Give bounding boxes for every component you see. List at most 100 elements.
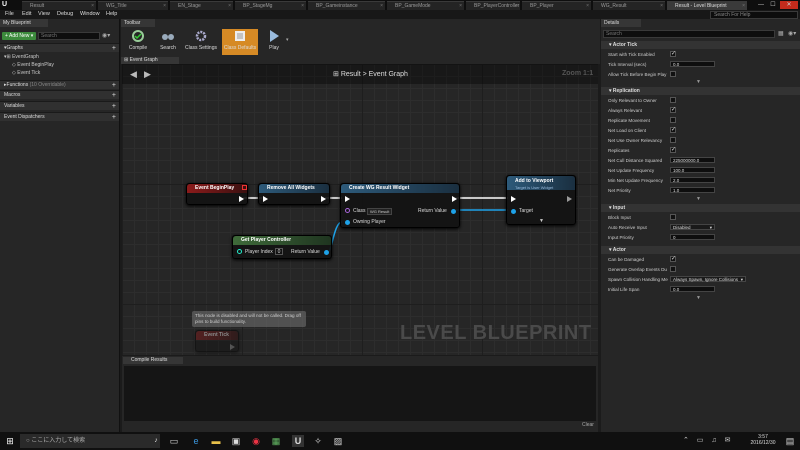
tab-5[interactable]: BP_GameMode × (387, 1, 464, 10)
player-index-input[interactable]: 0 (275, 248, 283, 255)
chrome-icon[interactable]: ◉ (250, 435, 262, 447)
owning-player-pin[interactable] (345, 220, 350, 225)
block-input-checkbox[interactable] (670, 214, 676, 220)
tab-0[interactable]: Result × (22, 1, 96, 10)
exec-out-pin[interactable] (452, 196, 457, 202)
menu-window[interactable]: Window (80, 10, 100, 19)
breadcrumb-root[interactable]: Result (341, 71, 361, 78)
app-icon[interactable]: ▦ (270, 435, 282, 447)
spawn-collision-dropdown[interactable]: Always Spawn, Ignore Collisions ▾ (670, 276, 746, 282)
close-tab-icon[interactable]: × (586, 2, 589, 10)
help-search-input[interactable]: Search For Help (710, 11, 798, 19)
close-tab-icon[interactable]: × (228, 2, 231, 10)
class-settings-button[interactable]: Class Settings (183, 29, 219, 55)
blueprint-search-input[interactable]: Search (38, 32, 100, 40)
initial-life-input[interactable]: 0.0 (670, 286, 715, 292)
add-new-button[interactable]: + Add New ▾ (2, 32, 36, 40)
exec-out-pin[interactable] (239, 196, 244, 202)
clear-button[interactable]: Clear (582, 422, 594, 428)
tab-7[interactable]: BP_Player × (522, 1, 591, 10)
net-load-checkbox[interactable] (670, 126, 676, 133)
net-owner-checkbox[interactable] (670, 137, 676, 143)
gen-overlap-checkbox[interactable] (670, 266, 676, 272)
class-pin[interactable] (345, 208, 350, 213)
menu-debug[interactable]: Debug (57, 10, 73, 19)
tab-8[interactable]: WG_Result × (593, 1, 665, 10)
back-arrow-icon[interactable]: ◀ (130, 69, 137, 80)
node-get-player-controller[interactable]: Get Player Controller Player Index 0 Ret… (232, 235, 332, 259)
app-icon[interactable]: ✧ (312, 435, 324, 447)
tab-2[interactable]: EN_Stage × (170, 1, 233, 10)
class-defaults-button[interactable]: Class Defaults (222, 29, 258, 55)
play-button[interactable]: Play (259, 29, 289, 55)
net-update-input[interactable]: 100.0 (670, 167, 715, 173)
unreal-engine-icon[interactable]: U (292, 435, 304, 447)
actor-tick-section[interactable]: ▾ Actor Tick (601, 41, 800, 49)
tab-4[interactable]: BP_Gameinstance × (308, 1, 385, 10)
menu-file[interactable]: File (5, 10, 14, 19)
only-relevant-checkbox[interactable] (670, 97, 676, 103)
tree-item-eventgraph[interactable]: ▾⊞ EventGraph (4, 54, 39, 61)
replicates-checkbox[interactable] (670, 146, 676, 153)
macros-section[interactable]: Macros + (0, 90, 119, 99)
close-icon[interactable]: ✕ (780, 1, 798, 9)
photos-icon[interactable]: ▨ (332, 435, 344, 447)
close-tab-icon[interactable]: × (301, 2, 304, 10)
node-remove-all-widgets[interactable]: Remove All Widgets (258, 183, 330, 205)
node-add-to-viewport[interactable]: Add to Viewport Target is User Widget Ta… (506, 175, 576, 225)
tree-item-tick[interactable]: ◇ Event Tick (12, 70, 40, 77)
microphone-icon[interactable]: ♪ (150, 435, 162, 447)
close-tab-icon[interactable]: × (742, 2, 745, 10)
replication-section[interactable]: ▾ Replication (601, 87, 800, 95)
exec-out-pin[interactable] (230, 344, 235, 350)
toolbar-tab[interactable]: Toolbar (121, 19, 155, 27)
task-view-icon[interactable]: ▭ (168, 435, 180, 447)
clock[interactable]: 3:57 2016/12/30 (748, 434, 778, 446)
exec-out-pin[interactable] (321, 196, 326, 202)
close-tab-icon[interactable]: × (515, 2, 518, 10)
tree-item-beginplay[interactable]: ◇ Event BeginPlay (12, 62, 54, 69)
node-create-widget[interactable]: Create WG Result Widget Class WG Result … (340, 183, 460, 228)
pc-return-pin[interactable] (324, 250, 329, 255)
add-graph-icon[interactable]: + (112, 44, 116, 53)
tab-1[interactable]: WG_Title × (98, 1, 168, 10)
system-tray[interactable]: ⌃ ▭ ♫ ✉ (683, 436, 733, 444)
add-macro-icon[interactable]: + (112, 91, 116, 100)
player-index-pin[interactable] (237, 249, 242, 254)
property-matrix-icon[interactable]: ▦ (778, 30, 786, 38)
event-graph-tab[interactable]: ⊞ Event Graph (121, 57, 179, 64)
exec-in-pin[interactable] (511, 196, 516, 202)
net-priority-input[interactable]: 1.0 (670, 187, 715, 193)
minimize-icon[interactable]: — (756, 1, 766, 9)
compile-button[interactable]: Compile (123, 29, 153, 55)
my-blueprint-tab[interactable]: My Blueprint (0, 19, 48, 27)
expand-advanced-icon[interactable]: ▼ (696, 196, 701, 202)
min-net-update-input[interactable]: 2.0 (670, 177, 715, 183)
can-damaged-checkbox[interactable] (670, 255, 676, 262)
start-tick-checkbox[interactable] (670, 50, 676, 57)
exec-out-pin[interactable] (567, 196, 572, 202)
eye-icon[interactable]: ◉▾ (102, 32, 118, 40)
play-options-icon[interactable]: ▾ (286, 37, 289, 43)
tab-6[interactable]: BP_PlayerController × (466, 1, 520, 10)
expand-arrow-icon[interactable]: ▼ (539, 218, 544, 224)
add-dispatcher-icon[interactable]: + (112, 113, 116, 122)
close-tab-icon[interactable]: × (163, 2, 166, 10)
notifications-icon[interactable]: ▤ (784, 435, 796, 447)
close-tab-icon[interactable]: × (91, 2, 94, 10)
store-icon[interactable]: ▣ (230, 435, 242, 447)
target-pin[interactable] (511, 209, 516, 214)
exec-in-pin[interactable] (263, 196, 268, 202)
node-event-beginplay[interactable]: Event BeginPlay (186, 183, 248, 205)
tick-interval-input[interactable]: 0.0 (670, 61, 715, 67)
functions-section[interactable]: ▸Functions (10 Overridable) + (0, 80, 119, 89)
windows-start-icon[interactable]: ⊞ (4, 435, 16, 447)
taskbar-search-input[interactable]: ○ ここに入力して検索 (20, 434, 160, 448)
close-tab-icon[interactable]: × (380, 2, 383, 10)
edge-icon[interactable]: e (190, 435, 202, 447)
tab-9[interactable]: Result - Level Blueprint × (667, 1, 747, 10)
close-tab-icon[interactable]: × (459, 2, 462, 10)
expand-advanced-icon[interactable]: ▼ (696, 79, 701, 85)
always-relevant-checkbox[interactable] (670, 106, 676, 113)
add-variable-icon[interactable]: + (112, 102, 116, 111)
